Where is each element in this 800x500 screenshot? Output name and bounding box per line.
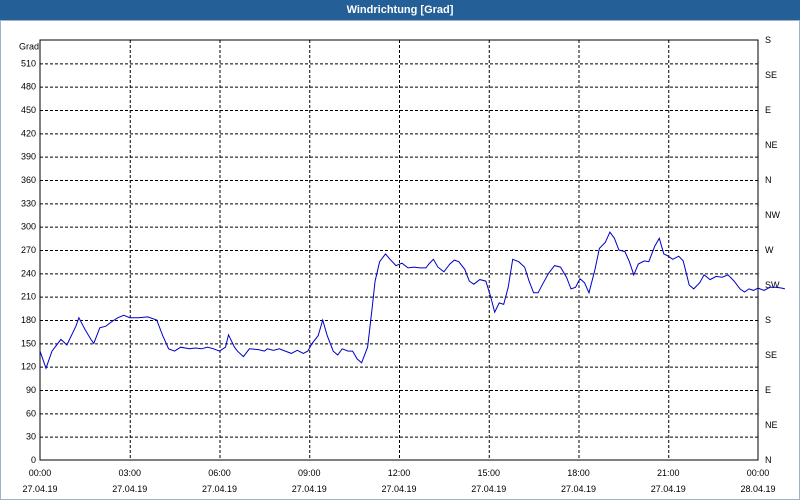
y-axis-ticks: 0 30 60 90 120 150 180 210 240 270 300 330 360 390 420…	[21, 58, 36, 465]
compass-tick-label: SE	[765, 70, 777, 80]
y-tick-label: 90	[26, 385, 36, 395]
y-tick-label: 480	[21, 82, 36, 92]
y-tick-label: 300	[21, 222, 36, 232]
grid-layer	[40, 40, 758, 460]
y-tick-label: 330	[21, 198, 36, 208]
y-tick-label: 120	[21, 362, 36, 372]
y-tick-label: 510	[21, 58, 36, 68]
y-tick-label: 450	[21, 105, 36, 115]
x-tick-date: 27.04.19	[22, 484, 57, 494]
x-tick-time: 15:00	[477, 468, 500, 478]
compass-tick-label: E	[765, 385, 771, 395]
x-tick-date: 27.04.19	[471, 484, 506, 494]
x-tick-time: 06:00	[208, 468, 231, 478]
series-line-windrichtung	[39, 231, 786, 370]
wind-direction-chart: 0 30 60 90 120 150 180 210 240 270 300 330 360 390 420…	[19, 35, 786, 494]
compass-tick-label: E	[765, 105, 771, 115]
x-tick-date: 27.04.19	[202, 484, 237, 494]
x-tick-date: 27.04.19	[292, 484, 327, 494]
y-tick-label: 420	[21, 128, 36, 138]
x-tick-time: 00:00	[747, 468, 770, 478]
y-tick-label: 390	[21, 152, 36, 162]
compass-tick-label: N	[765, 175, 772, 185]
y-tick-label: 180	[21, 315, 36, 325]
x-tick-date: 27.04.19	[651, 484, 686, 494]
compass-tick-label: SE	[765, 350, 777, 360]
x-tick-time: 03:00	[118, 468, 141, 478]
y-tick-label: 30	[26, 432, 36, 442]
y-tick-label: 360	[21, 175, 36, 185]
x-tick-date: 27.04.19	[561, 484, 596, 494]
x-tick-date: 27.04.19	[112, 484, 147, 494]
compass-tick-label: S	[765, 315, 771, 325]
x-tick-date: 28.04.19	[740, 484, 775, 494]
compass-tick-label: N	[765, 455, 772, 465]
x-tick-time: 18:00	[567, 468, 590, 478]
x-tick-time: 21:00	[657, 468, 680, 478]
compass-tick-label: W	[765, 245, 774, 255]
compass-axis-ticks: NNEESESSWWNWNNEESES	[765, 35, 780, 465]
y-tick-label: 0	[31, 455, 36, 465]
compass-tick-label: NE	[765, 420, 778, 430]
x-tick-time: 00:00	[29, 468, 52, 478]
compass-tick-label: NW	[765, 210, 780, 220]
x-axis-ticks: 00:00 27.04.19 03:00 27.04.19 06:00 27.04.19 0…	[22, 468, 775, 494]
compass-tick-label: S	[765, 35, 771, 45]
y-axis-label: Grad	[19, 41, 39, 51]
x-tick-date: 27.04.19	[381, 484, 416, 494]
y-tick-label: 60	[26, 408, 36, 418]
x-tick-time: 09:00	[298, 468, 321, 478]
y-tick-label: 270	[21, 245, 36, 255]
y-tick-label: 240	[21, 268, 36, 278]
y-tick-label: 210	[21, 292, 36, 302]
y-tick-label: 150	[21, 338, 36, 348]
compass-tick-label: NE	[765, 140, 778, 150]
x-tick-time: 12:00	[388, 468, 411, 478]
